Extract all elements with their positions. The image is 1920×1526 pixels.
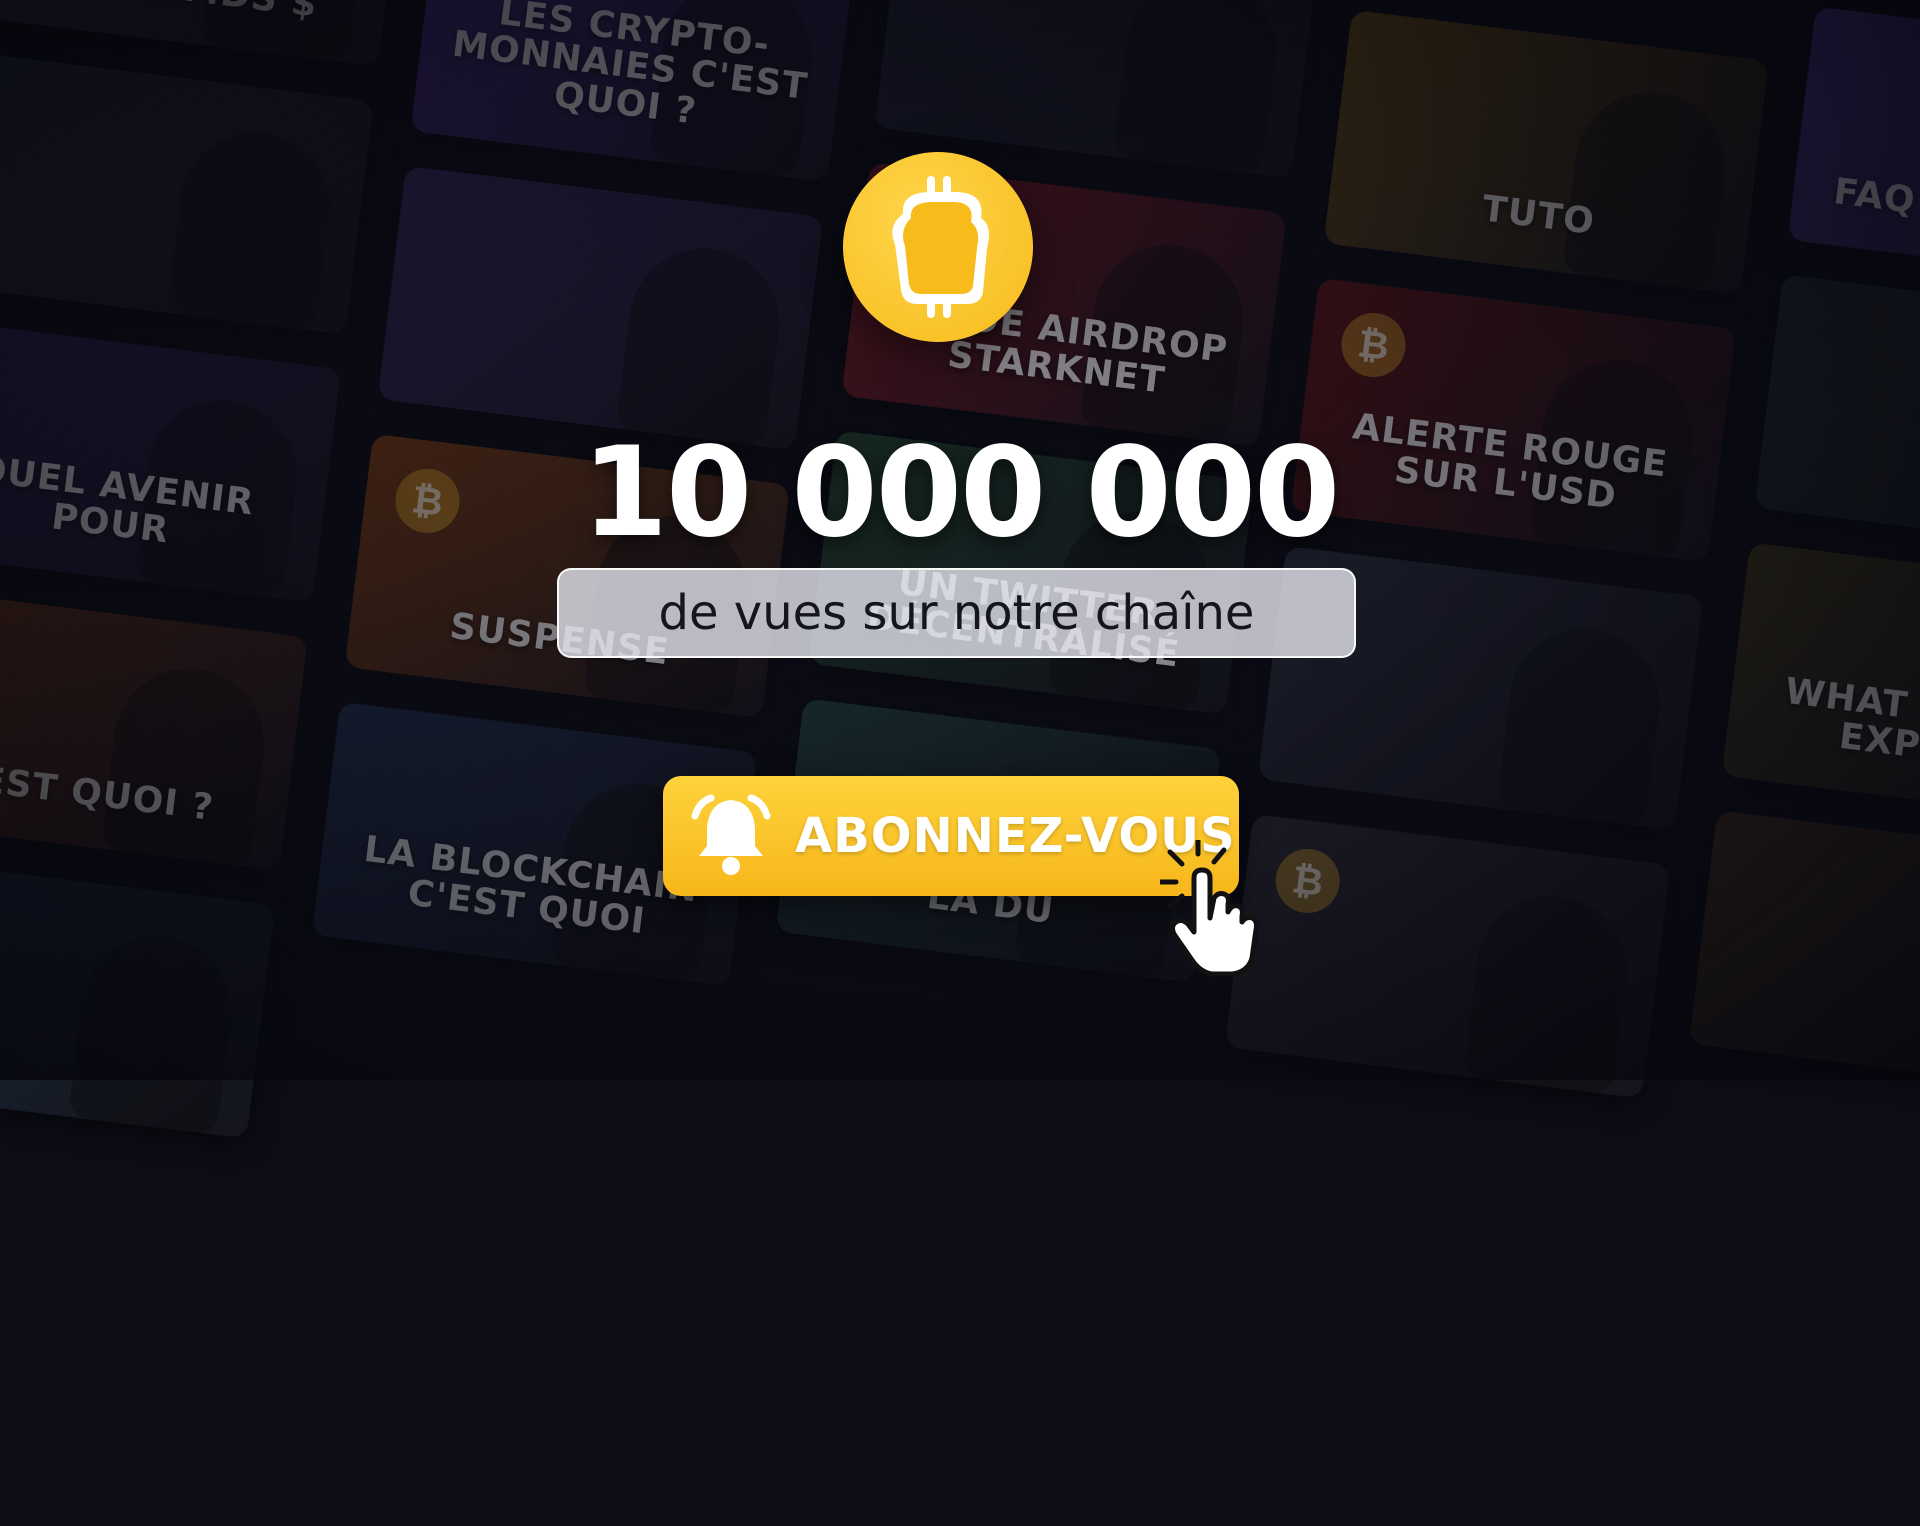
subtitle-banner: de vues sur notre chaîne	[557, 568, 1356, 658]
bell-icon	[685, 794, 777, 882]
channel-logo	[843, 152, 1033, 342]
subtitle-text: de vues sur notre chaîne	[658, 585, 1255, 641]
subscribe-button[interactable]: ABONNEZ-VOUS	[663, 776, 1239, 896]
view-count-headline: 10 000 000	[581, 421, 1341, 565]
bitcoin-toast-icon	[892, 176, 989, 318]
hand-pointer-icon	[1157, 837, 1270, 984]
